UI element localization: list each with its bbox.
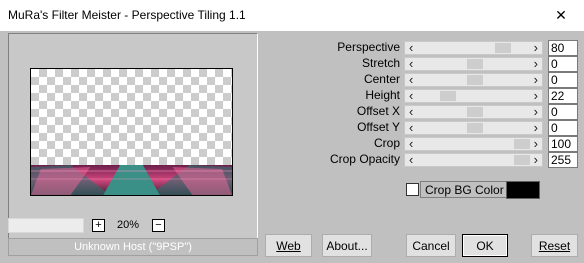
about-button-label: About... [326,238,368,253]
offset-y-slider[interactable]: ‹ › [404,121,543,135]
dialog-body: + 20% − Unknown Host ("9PSP") Perspectiv… [0,31,584,263]
close-button[interactable]: ✕ [538,0,584,31]
crop-opacity-label: Crop Opacity [329,152,400,166]
crop-bg-color-checkbox[interactable] [406,183,419,196]
chevron-left-icon[interactable]: ‹ [409,41,413,55]
crop-value-field[interactable]: 100 [548,136,578,152]
center-label: Center [363,72,400,86]
height-label: Height [365,88,400,102]
cancel-button-label: Cancel [412,238,450,253]
crop-opacity-slider-thumb[interactable] [514,155,530,165]
crop-slider-thumb[interactable] [514,139,530,149]
height-slider-thumb[interactable] [439,91,456,101]
crop-opacity-value-field[interactable]: 255 [548,152,578,168]
stretch-value-field[interactable]: 0 [548,56,578,72]
ok-button[interactable]: OK [462,234,508,257]
reset-button-label: Reset [538,238,571,253]
height-slider[interactable]: ‹ › [404,89,543,103]
center-value-field[interactable]: 0 [548,72,578,88]
preview-panel [8,33,258,240]
offset-y-label: Offset Y [357,120,400,134]
crop-bg-color-swatch[interactable] [506,181,540,199]
reset-button[interactable]: Reset [531,234,578,257]
ok-button-label: OK [476,238,494,253]
chevron-left-icon[interactable]: ‹ [409,57,413,71]
crop-opacity-slider[interactable]: ‹ › [404,153,543,167]
web-button-label: Web [276,238,301,253]
web-button[interactable]: Web [265,234,312,257]
window-title: MuRa's Filter Meister - Perspective Tili… [8,8,246,22]
crop-bg-color-label[interactable]: Crop BG Color [420,181,509,198]
offset-x-label: Offset X [356,104,400,118]
chevron-right-icon[interactable]: › [534,153,538,167]
zoom-in-button[interactable]: + [92,219,105,232]
stretch-slider[interactable]: ‹ › [404,57,543,71]
tiled-floor-image [31,165,232,195]
perspective-slider-thumb[interactable] [495,43,511,53]
offset-y-slider-thumb[interactable] [466,123,483,133]
close-icon: ✕ [555,7,567,23]
stretch-slider-thumb[interactable] [466,59,483,69]
center-slider[interactable]: ‹ › [404,73,543,87]
status-text: Unknown Host ("9PSP") [74,241,192,253]
height-value-field[interactable]: 22 [548,88,578,104]
offset-x-value-field[interactable]: 0 [548,104,578,120]
offset-x-slider-thumb[interactable] [466,107,483,117]
offset-x-slider[interactable]: ‹ › [404,105,543,119]
stretch-label: Stretch [361,56,400,70]
chevron-right-icon[interactable]: › [534,73,538,87]
status-bar: Unknown Host ("9PSP") [8,238,258,256]
chevron-left-icon[interactable]: ‹ [409,73,413,87]
cancel-button[interactable]: Cancel [406,234,456,257]
center-slider-thumb[interactable] [466,75,483,85]
chevron-right-icon[interactable]: › [534,105,538,119]
zoom-level: 20% [117,219,140,231]
crop-slider[interactable]: ‹ › [404,137,543,151]
offset-y-value-field[interactable]: 0 [548,120,578,136]
chevron-right-icon[interactable]: › [534,137,538,151]
crop-label: Crop [373,136,400,150]
chevron-right-icon[interactable]: › [534,89,538,103]
chevron-left-icon[interactable]: ‹ [409,105,413,119]
zoom-out-button[interactable]: − [152,219,165,232]
perspective-value-field[interactable]: 80 [548,40,578,56]
chevron-right-icon[interactable]: › [534,57,538,71]
chevron-left-icon[interactable]: ‹ [409,121,413,135]
preview-canvas[interactable] [30,68,233,196]
chevron-right-icon[interactable]: › [534,41,538,55]
chevron-right-icon[interactable]: › [534,121,538,135]
about-button[interactable]: About... [322,234,372,257]
chevron-left-icon[interactable]: ‹ [409,137,413,151]
chevron-left-icon[interactable]: ‹ [409,153,413,167]
title-bar: MuRa's Filter Meister - Perspective Tili… [0,0,584,31]
chevron-left-icon[interactable]: ‹ [409,89,413,103]
perspective-label: Perspective [337,40,400,54]
zoom-track [8,218,84,233]
perspective-slider[interactable]: ‹ › [404,41,543,55]
